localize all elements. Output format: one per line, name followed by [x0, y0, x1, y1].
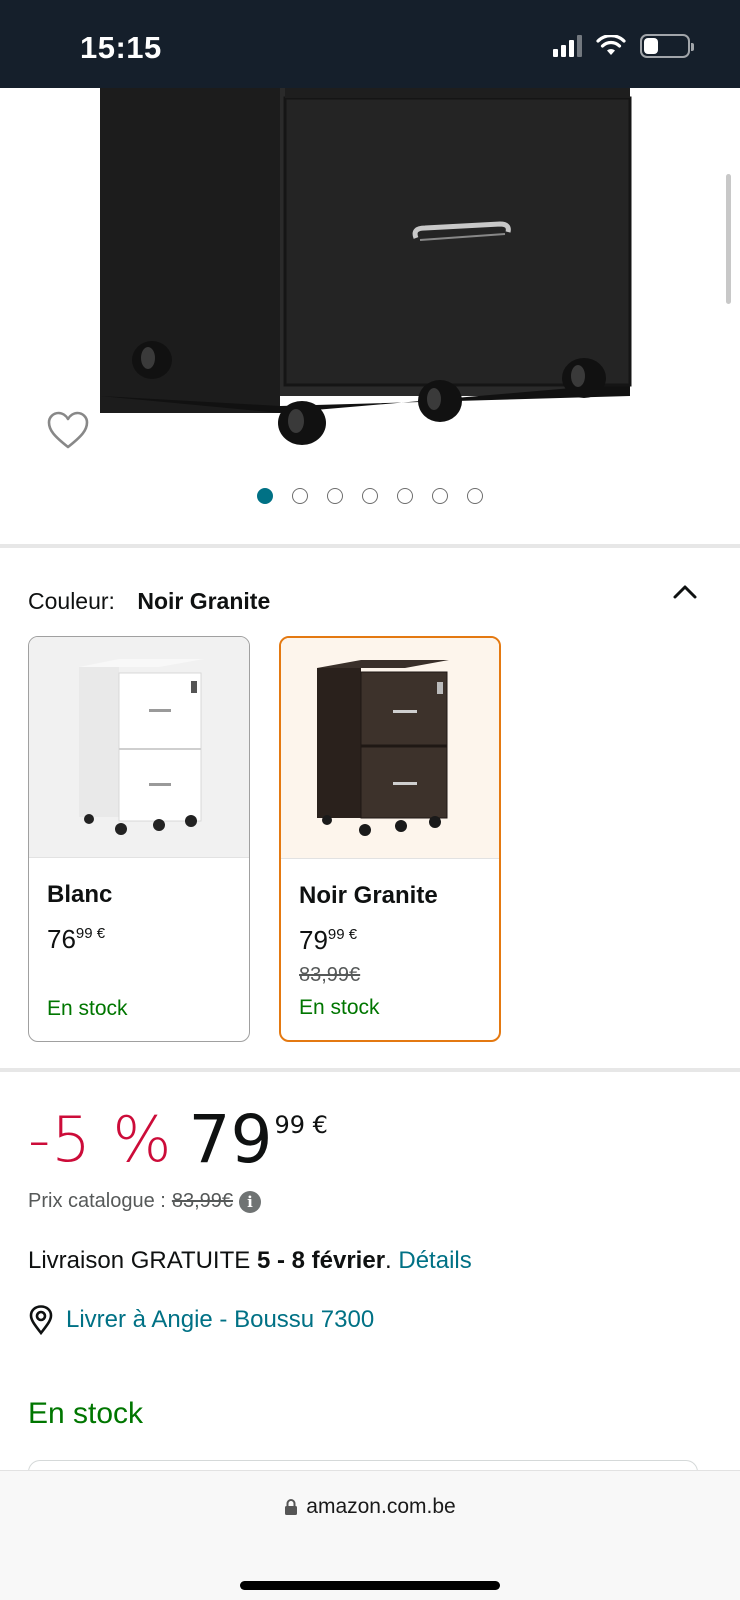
color-option-blanc[interactable]: Blanc 7699 € En stock — [28, 636, 250, 1042]
product-image-gallery[interactable] — [0, 88, 740, 544]
carousel-dot[interactable] — [327, 488, 343, 504]
status-icons — [553, 34, 694, 58]
color-label: Couleur: — [28, 588, 115, 614]
swatch-thumbnail — [29, 637, 249, 858]
swatch-stock-status: En stock — [299, 996, 380, 1019]
swatch-name: Blanc — [47, 881, 113, 908]
discount-percentage: -5 % — [28, 1103, 173, 1176]
info-icon[interactable]: i — [239, 1190, 262, 1213]
chevron-up-icon[interactable] — [670, 580, 700, 604]
home-indicator[interactable] — [240, 1581, 500, 1590]
browser-address-bar[interactable]: amazon.com.be — [0, 1470, 740, 1600]
delivery-prefix: Livraison GRATUITE — [28, 1247, 251, 1274]
location-pin-icon — [29, 1305, 53, 1335]
list-price-row: Prix catalogue : 83,99€ i — [28, 1190, 262, 1213]
location-link[interactable]: Livrer à Angie - Boussu 7300 — [66, 1306, 374, 1334]
heart-icon[interactable] — [46, 410, 90, 450]
price-block: -5 % 79 99 € — [28, 1104, 328, 1176]
black-cabinet-image — [317, 660, 449, 836]
delivery-dates: 5 - 8 février — [256, 1247, 386, 1274]
price-whole: 79 — [188, 1101, 273, 1178]
delivery-suffix: . — [385, 1247, 392, 1274]
delivery-location[interactable]: Livrer à Angie - Boussu 7300 — [28, 1305, 374, 1335]
list-price-label: Prix catalogue : — [28, 1190, 166, 1212]
color-option-noir-granite[interactable]: Noir Granite 7999 € 83,99€ En stock — [279, 636, 501, 1042]
swatch-thumbnail — [281, 638, 499, 859]
swatch-price: 7999 € — [299, 925, 358, 955]
delivery-info: Livraison GRATUITE 5 - 8 février. Détail… — [28, 1247, 472, 1275]
section-divider — [0, 544, 740, 548]
product-image-cabinet — [100, 88, 632, 445]
wifi-icon — [596, 35, 626, 55]
carousel-dot[interactable] — [362, 488, 378, 504]
swatch-stock-status: En stock — [47, 997, 128, 1020]
carousel-dot[interactable] — [432, 488, 448, 504]
lock-icon — [285, 1499, 298, 1515]
carousel-dot[interactable] — [397, 488, 413, 504]
swatch-price: 7699 € — [47, 924, 106, 954]
white-cabinet-image — [79, 659, 204, 835]
price-cents: 99 € — [274, 1111, 328, 1139]
carousel-dot[interactable] — [292, 488, 308, 504]
availability-status: En stock — [28, 1397, 144, 1430]
status-bar: 15:15 — [0, 0, 740, 88]
cellular-signal-icon — [553, 35, 582, 57]
list-price-value: 83,99€ — [171, 1190, 234, 1212]
color-selector-header[interactable]: Couleur: Noir Granite — [28, 588, 270, 615]
scrollbar[interactable] — [726, 174, 731, 304]
url-text: amazon.com.be — [306, 1495, 456, 1518]
selected-color-value: Noir Granite — [137, 588, 271, 614]
delivery-details-link[interactable]: Détails — [398, 1247, 471, 1274]
section-divider — [0, 1068, 740, 1072]
status-time: 15:15 — [80, 30, 162, 65]
swatch-name: Noir Granite — [299, 882, 438, 909]
carousel-dot[interactable] — [257, 488, 273, 504]
carousel-dot[interactable] — [467, 488, 483, 504]
swatch-list-price: 83,99€ — [299, 964, 361, 986]
battery-icon — [640, 34, 694, 58]
carousel-dots[interactable] — [0, 488, 740, 504]
url-display[interactable]: amazon.com.be — [0, 1495, 740, 1519]
